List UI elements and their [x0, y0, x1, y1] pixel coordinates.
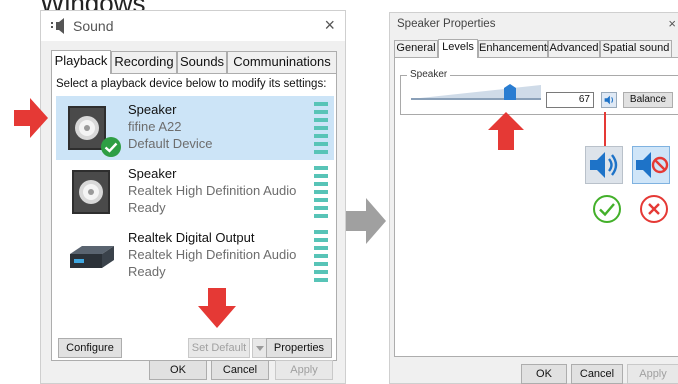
callout-line: [604, 112, 606, 148]
cancel-button[interactable]: Cancel: [211, 360, 269, 380]
instruction-text: Select a playback device below to modify…: [56, 78, 327, 90]
tab-general[interactable]: General: [394, 40, 438, 57]
level-meter: [314, 166, 328, 218]
red-arrow-up-icon: [488, 112, 524, 150]
title-bar: Sound ×: [41, 11, 345, 41]
tab-communications[interactable]: Communinations: [227, 51, 337, 73]
tab-enhancements[interactable]: Enhancements: [478, 40, 552, 57]
speaker-unmuted-icon: [590, 152, 618, 178]
sound-window: Sound × Playback Recording Sounds Commun…: [40, 10, 346, 384]
configure-button[interactable]: Configure: [58, 338, 122, 358]
digital-output-box-icon: [70, 246, 114, 268]
tab-advanced[interactable]: Advanced: [548, 40, 600, 57]
tab-spatial-sound[interactable]: Spatial sound: [600, 40, 672, 57]
window-title: Sound: [73, 18, 114, 34]
red-x-circle-icon: [640, 195, 668, 223]
speaker-muted-tile: [632, 146, 670, 184]
tab-sounds[interactable]: Sounds: [177, 51, 227, 73]
red-arrow-right-icon: [14, 98, 48, 138]
speaker-properties-window: Speaker Properties × General Levels Enha…: [389, 12, 678, 384]
playback-panel: Select a playback device below to modify…: [51, 73, 337, 361]
device-description: fifine A22: [128, 119, 182, 134]
green-check-circle-icon: [593, 195, 621, 223]
mute-toggle-icon[interactable]: [601, 92, 617, 108]
volume-slider[interactable]: [411, 84, 541, 100]
apply-button[interactable]: Apply: [627, 364, 678, 384]
close-button[interactable]: ×: [668, 16, 676, 31]
close-button[interactable]: ×: [324, 15, 335, 36]
device-item-digital-output[interactable]: Realtek Digital Output Realtek High Defi…: [56, 224, 334, 288]
device-name: Speaker: [128, 102, 177, 117]
volume-value-field[interactable]: 67: [546, 92, 594, 108]
balance-button[interactable]: Balance: [623, 92, 673, 108]
group-label: Speaker: [407, 69, 451, 80]
device-item-fifine[interactable]: Speaker fifine A22 Default Device: [56, 96, 334, 160]
sound-app-icon: [51, 18, 64, 34]
device-description: Realtek High Definition Audio: [128, 247, 297, 262]
tab-levels[interactable]: Levels: [438, 39, 478, 58]
window-title: Speaker Properties: [397, 18, 496, 30]
device-status: Ready: [128, 200, 166, 215]
tab-playback[interactable]: Playback: [51, 50, 111, 74]
set-default-button[interactable]: Set Default: [188, 338, 250, 358]
ok-button[interactable]: OK: [521, 364, 567, 384]
device-description: Realtek High Definition Audio: [128, 183, 297, 198]
device-name: Realtek Digital Output: [128, 230, 255, 245]
ok-button[interactable]: OK: [149, 360, 207, 380]
green-check-icon: [101, 137, 121, 157]
volume-slider-thumb: [504, 84, 516, 100]
speaker-box-icon: [72, 170, 110, 214]
device-status: Ready: [128, 264, 166, 279]
device-item-realtek-speaker[interactable]: Speaker Realtek High Definition Audio Re…: [56, 160, 334, 224]
device-list: Speaker fifine A22 Default Device Speake…: [56, 96, 334, 332]
screenshot-root: { "caption": "Windows", "sound_window": …: [0, 0, 678, 384]
apply-button[interactable]: Apply: [275, 360, 333, 380]
speaker-muted-icon: [636, 152, 669, 178]
device-status: Default Device: [128, 136, 213, 151]
properties-button[interactable]: Properties: [266, 338, 332, 358]
speaker-unmuted-tile: [585, 146, 623, 184]
gray-arrow-right-icon: [346, 198, 386, 244]
tab-recording[interactable]: Recording: [111, 51, 177, 73]
levels-panel: Speaker 67 Balance: [394, 57, 678, 357]
device-name: Speaker: [128, 166, 177, 181]
cancel-button[interactable]: Cancel: [571, 364, 623, 384]
red-arrow-down-icon: [198, 288, 236, 328]
level-meter: [314, 230, 328, 282]
speaker-level-group: Speaker 67 Balance: [400, 69, 678, 115]
level-meter: [314, 102, 328, 154]
